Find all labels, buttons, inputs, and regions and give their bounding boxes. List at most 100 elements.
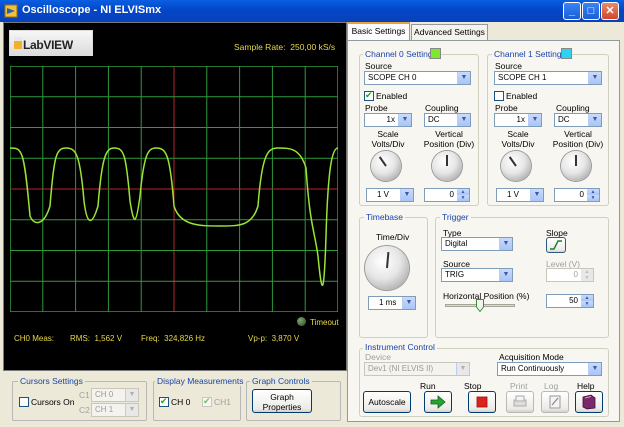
- ch0-source-label: Source: [365, 61, 392, 71]
- ch0-source-select[interactable]: SCOPE CH 0 ▼: [364, 71, 471, 85]
- ch1-vpos-value: 0: [579, 190, 584, 199]
- timeout-label: Timeout: [310, 318, 339, 327]
- ch1-scale-label-1: Scale: [507, 129, 529, 139]
- c1-channel-select[interactable]: CH 0 ▼: [91, 388, 139, 402]
- run-label: Run: [420, 381, 436, 391]
- app-icon: [4, 4, 18, 18]
- trigger-title: Trigger: [440, 212, 471, 222]
- help-button[interactable]: [575, 391, 603, 413]
- ch1-vpos-knob[interactable]: [561, 151, 591, 181]
- oscilloscope-graph[interactable]: [10, 66, 338, 312]
- trigger-source-select[interactable]: TRIG ▼: [441, 268, 513, 282]
- c2-channel-select[interactable]: CH 1 ▼: [91, 403, 139, 417]
- display-ch1-label: CH1: [214, 397, 232, 407]
- print-button[interactable]: [506, 391, 534, 413]
- ch1-scale-select[interactable]: 1 V ▼: [496, 188, 544, 202]
- log-label: Log: [544, 381, 559, 391]
- chevron-down-icon: ▼: [499, 269, 512, 281]
- graph-controls-title: Graph Controls: [250, 376, 312, 386]
- ch1-enabled-checkbox[interactable]: [494, 91, 504, 101]
- c2-label: C2: [79, 405, 90, 415]
- trigger-level-spinner[interactable]: 0 ▲ ▼: [546, 268, 594, 282]
- window-right-edge: [620, 22, 624, 427]
- horizontal-position-thumb[interactable]: [476, 299, 484, 313]
- rms-label: RMS:: [70, 334, 90, 343]
- tab-basic-settings[interactable]: Basic Settings: [347, 22, 410, 41]
- display-measurements-title: Display Measurements: [155, 376, 246, 386]
- channel-0-color-swatch[interactable]: [430, 48, 441, 59]
- ch0-vpos-knob[interactable]: [432, 151, 462, 181]
- ch0-enabled-label: Enabled: [376, 91, 408, 101]
- ch0-vpos-spinner[interactable]: 0 ▲ ▼: [424, 188, 470, 202]
- rising-slope-button[interactable]: [546, 237, 566, 253]
- chevron-down-icon: ▼: [125, 389, 138, 401]
- graph-properties-button[interactable]: Graph Properties: [252, 389, 312, 413]
- ch0-probe-value: 1x: [386, 115, 395, 124]
- acquisition-mode-label: Acquisition Mode: [499, 352, 564, 362]
- timeout-led-icon: [297, 317, 306, 326]
- stop-button[interactable]: [468, 391, 496, 413]
- horizontal-position-spinner[interactable]: 50 ▲ ▼: [546, 294, 594, 308]
- graph-properties-line1: Graph: [270, 392, 294, 402]
- spin-down-icon[interactable]: ▼: [457, 195, 469, 201]
- horizontal-position-label: Horizontal Position (%): [443, 291, 530, 301]
- chevron-down-icon: ▼: [457, 72, 470, 84]
- ch0-source-value: SCOPE CH 0: [368, 73, 417, 82]
- close-button[interactable]: ✕: [601, 2, 619, 20]
- ch1-probe-select[interactable]: 1x ▼: [494, 113, 542, 127]
- chevron-down-icon: ▼: [588, 114, 601, 126]
- ch0-probe-label: Probe: [365, 103, 388, 113]
- ch0-coupling-select[interactable]: DC ▼: [424, 113, 471, 127]
- knob-pointer: [446, 155, 448, 166]
- spin-down-icon[interactable]: ▼: [581, 301, 593, 307]
- ch0-vpos-label-2: Position (Div): [423, 139, 475, 149]
- sample-rate-readout: Sample Rate: 250,00 kS/s: [234, 42, 335, 52]
- autoscale-button[interactable]: Autoscale: [363, 391, 411, 413]
- channel-1-color-swatch[interactable]: [561, 48, 572, 59]
- ch0-scale-knob[interactable]: [371, 151, 401, 181]
- minimize-button[interactable]: _: [563, 2, 581, 20]
- display-ch0-checkbox[interactable]: [159, 396, 169, 407]
- chevron-down-icon: ▼: [457, 114, 470, 126]
- ch1-scale-knob[interactable]: [501, 151, 531, 181]
- spin-down-icon[interactable]: ▼: [587, 195, 599, 201]
- vpp-label: Vp-p:: [248, 334, 268, 343]
- run-button[interactable]: [424, 391, 452, 413]
- help-book-icon: [582, 394, 596, 410]
- maximize-button[interactable]: □: [582, 2, 600, 20]
- print-label: Print: [510, 381, 528, 391]
- ch1-coupling-label: Coupling: [556, 103, 590, 113]
- display-ch1-checkbox[interactable]: [202, 396, 212, 407]
- trigger-source-value: TRIG: [445, 270, 465, 279]
- ch1-probe-label: Probe: [495, 103, 518, 113]
- vpp-readout: Vp-p: 3,870 V: [248, 334, 299, 343]
- ch0-scale-select[interactable]: 1 V ▼: [366, 188, 414, 202]
- acquisition-mode-value: Run Continuously: [501, 364, 565, 373]
- ch1-enabled-label: Enabled: [506, 91, 538, 101]
- rms-readout: RMS: 1,562 V: [70, 334, 122, 343]
- ch0-scale-label-2: Volts/Div: [371, 139, 405, 149]
- timebase-select[interactable]: 1 ms ▼: [368, 296, 416, 310]
- trigger-type-select[interactable]: Digital ▼: [441, 237, 513, 251]
- log-button[interactable]: [541, 391, 569, 413]
- ch1-source-value: SCOPE CH 1: [498, 73, 547, 82]
- spin-down-icon[interactable]: ▼: [581, 275, 593, 281]
- cursors-on-label: Cursors On: [31, 397, 75, 407]
- ch1-scale-label: Scale Volts/Div: [494, 129, 542, 149]
- labview-logo: LabVIEW: [9, 30, 93, 56]
- ch0-scale-value: 1 V: [377, 190, 390, 199]
- cursors-settings-title: Cursors Settings: [18, 376, 85, 386]
- acquisition-mode-select[interactable]: Run Continuously ▼: [497, 362, 602, 376]
- timebase-knob[interactable]: [365, 246, 409, 290]
- device-select[interactable]: Dev1 (NI ELVIS II) ▼: [364, 362, 470, 376]
- ch1-scale-label-2: Volts/Div: [501, 139, 535, 149]
- tab-advanced-settings[interactable]: Advanced Settings: [411, 24, 488, 40]
- cursors-on-checkbox[interactable]: [19, 397, 29, 407]
- ch1-source-select[interactable]: SCOPE CH 1 ▼: [494, 71, 602, 85]
- ch1-coupling-select[interactable]: DC ▼: [554, 113, 602, 127]
- ch0-probe-select[interactable]: 1x ▼: [364, 113, 412, 127]
- channel-0-title: Channel 0 Settings: [363, 49, 439, 59]
- trigger-level-value: 0: [573, 270, 578, 279]
- ch1-vpos-spinner[interactable]: 0 ▲ ▼: [554, 188, 600, 202]
- ch0-enabled-checkbox[interactable]: [364, 90, 374, 101]
